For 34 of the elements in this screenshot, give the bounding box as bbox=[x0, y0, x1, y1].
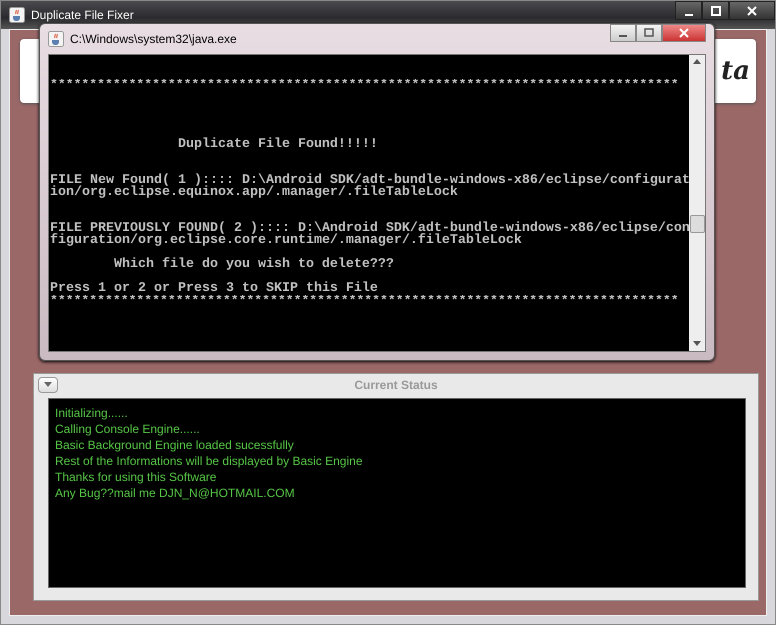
scroll-thumb[interactable] bbox=[690, 215, 704, 233]
console-line: Press 1 or 2 or Press 3 to SKIP this File bbox=[50, 283, 378, 295]
close-icon bbox=[679, 28, 689, 38]
console-line: FILE New Found( 1 ):::: D:\Android SDK/adt-bundle-windows-x86/eclipse/configuration/org.eclipse.equinox.app/.manager/.fileTableLock bbox=[50, 175, 689, 199]
window-title: C:\Windows\system32\java.exe bbox=[70, 32, 237, 46]
window-title: Duplicate File Fixer bbox=[31, 8, 134, 22]
log-line: Any Bug??mail me DJN_N@HOTMAIL.COM bbox=[55, 485, 296, 501]
log-line: Basic Background Engine loaded sucessfully bbox=[55, 437, 295, 453]
scroll-up-icon bbox=[693, 59, 701, 65]
collapse-button[interactable] bbox=[38, 377, 58, 393]
close-button[interactable] bbox=[729, 1, 775, 20]
console-line: FILE PREVIOUSLY FOUND( 2 ):::: D:\Android SDK/adt-bundle-windows-x86/eclipse/configuration/org.eclipse.core.runtime/.manager/.fileTableLock bbox=[50, 223, 689, 247]
panel-title: Current Status bbox=[354, 378, 438, 392]
java-cup-icon bbox=[48, 31, 64, 47]
console-line: Which file do you wish to delete??? bbox=[112, 259, 395, 271]
maximize-icon bbox=[710, 6, 720, 16]
log-line: Rest of the Informations will be displayed by Basic Engine bbox=[55, 453, 364, 469]
scroll-down-icon bbox=[693, 341, 701, 347]
maximize-button[interactable] bbox=[702, 1, 729, 20]
close-icon bbox=[747, 6, 757, 16]
maximize-icon bbox=[644, 28, 654, 38]
maximize-button[interactable] bbox=[636, 24, 662, 42]
java-cup-icon bbox=[9, 7, 25, 23]
log-line: Calling Console Engine...... bbox=[55, 421, 201, 437]
minimize-icon bbox=[684, 14, 692, 16]
minimize-button[interactable] bbox=[675, 1, 702, 20]
log-line: Thanks for using this Software bbox=[55, 469, 218, 485]
minimize-icon bbox=[619, 35, 627, 37]
banner-text: ta bbox=[721, 56, 750, 86]
console-line: Duplicate File Found!!!!! bbox=[176, 139, 379, 151]
minimize-button[interactable] bbox=[610, 24, 636, 42]
log-line: Initializing...... bbox=[55, 405, 129, 421]
scrollbar[interactable] bbox=[689, 55, 705, 351]
caret-icon bbox=[44, 382, 52, 388]
